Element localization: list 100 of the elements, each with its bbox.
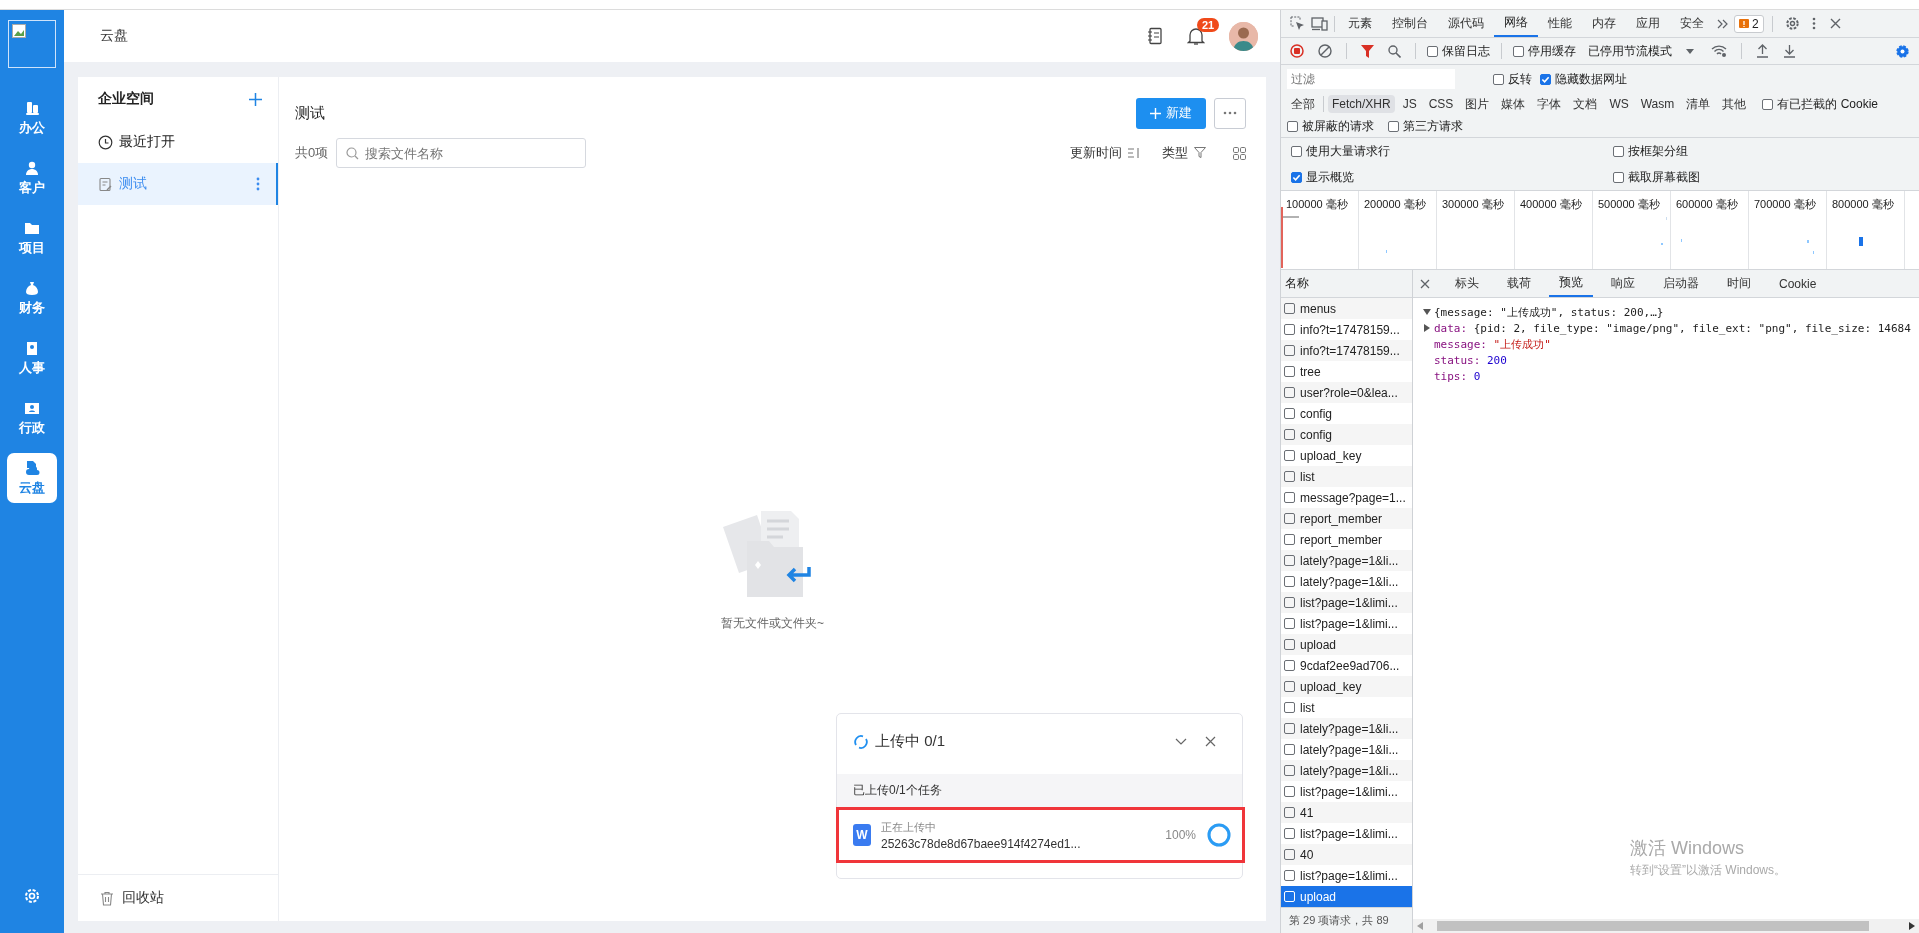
- checkbox[interactable]: [1284, 513, 1295, 524]
- request-row[interactable]: config: [1281, 403, 1412, 424]
- checkbox[interactable]: [1284, 723, 1295, 734]
- request-row[interactable]: 40: [1281, 844, 1412, 865]
- sidebar-item[interactable]: 最近打开: [78, 121, 278, 163]
- nav-item[interactable]: 人事: [7, 333, 57, 383]
- scrollbar-thumb[interactable]: [1437, 921, 1869, 931]
- checkbox[interactable]: [1284, 492, 1295, 503]
- checkbox[interactable]: [1613, 146, 1624, 157]
- devtools-tab[interactable]: 安全: [1670, 10, 1714, 37]
- request-row[interactable]: upload: [1281, 634, 1412, 655]
- kebab-menu-icon[interactable]: [1811, 17, 1816, 30]
- checkbox[interactable]: [1284, 408, 1295, 419]
- request-row[interactable]: config: [1281, 424, 1412, 445]
- checkbox[interactable]: [1388, 120, 1399, 132]
- request-row[interactable]: report_member: [1281, 508, 1412, 529]
- settings-icon[interactable]: [23, 887, 41, 905]
- close-icon[interactable]: [1829, 18, 1841, 29]
- throttling-dropdown[interactable]: 已停用节流模式: [1588, 42, 1694, 60]
- checkbox[interactable]: [1284, 828, 1295, 839]
- type-filter[interactable]: 清单: [1682, 93, 1715, 115]
- avatar[interactable]: [1229, 21, 1258, 51]
- nav-item[interactable]: 办公: [7, 93, 57, 143]
- filter-icon[interactable]: [1361, 44, 1374, 58]
- upload-icon[interactable]: [1756, 44, 1769, 58]
- network-conditions-icon[interactable]: [1711, 45, 1727, 57]
- sort-button[interactable]: 更新时间: [1070, 144, 1140, 162]
- nav-item[interactable]: 行政: [7, 393, 57, 443]
- checkbox[interactable]: [1284, 786, 1295, 797]
- request-row[interactable]: list: [1281, 466, 1412, 487]
- trash-icon[interactable]: [100, 890, 114, 906]
- scroll-right-icon[interactable]: [1909, 922, 1915, 930]
- request-row[interactable]: lately?page=1&li...: [1281, 760, 1412, 781]
- checkbox[interactable]: [1284, 681, 1295, 692]
- checkbox[interactable]: [1284, 765, 1295, 776]
- checkbox[interactable]: [1284, 429, 1295, 440]
- checkbox[interactable]: [1762, 98, 1774, 110]
- type-filter[interactable]: WS: [1605, 95, 1633, 113]
- notebook-icon[interactable]: [1147, 27, 1163, 45]
- request-row[interactable]: list?page=1&limi...: [1281, 781, 1412, 802]
- request-row[interactable]: info?t=17478159...: [1281, 340, 1412, 361]
- checkbox[interactable]: [1284, 870, 1295, 881]
- checkbox[interactable]: [1291, 172, 1302, 183]
- stop-recording-icon[interactable]: [1290, 44, 1304, 58]
- request-row[interactable]: tree: [1281, 361, 1412, 382]
- close-icon[interactable]: [1420, 278, 1430, 289]
- more-tabs-icon[interactable]: [1717, 18, 1729, 29]
- issues-button[interactable]: 2: [1734, 14, 1764, 33]
- checkbox[interactable]: [1284, 702, 1295, 713]
- checkbox[interactable]: [1291, 146, 1302, 157]
- checkbox[interactable]: [1284, 534, 1295, 545]
- request-row[interactable]: lately?page=1&li...: [1281, 550, 1412, 571]
- type-filter[interactable]: 其他: [1718, 93, 1751, 115]
- clear-icon[interactable]: [1318, 44, 1332, 58]
- devtools-tab[interactable]: 源代码: [1438, 10, 1494, 37]
- detail-tab[interactable]: 预览: [1549, 270, 1593, 297]
- type-filter[interactable]: 媒体: [1497, 93, 1530, 115]
- detail-tab[interactable]: Cookie: [1769, 270, 1827, 297]
- request-row[interactable]: list?page=1&limi...: [1281, 592, 1412, 613]
- detail-tab[interactable]: 启动器: [1653, 270, 1709, 297]
- nav-item[interactable]: 客户: [7, 153, 57, 203]
- request-row[interactable]: list?page=1&limi...: [1281, 865, 1412, 886]
- checkbox[interactable]: [1284, 744, 1295, 755]
- detail-tab[interactable]: 标头: [1445, 270, 1489, 297]
- request-row[interactable]: list?page=1&limi...: [1281, 613, 1412, 634]
- settings-icon[interactable]: [1895, 43, 1910, 59]
- request-row[interactable]: list?page=1&limi...: [1281, 823, 1412, 844]
- nav-item[interactable]: 财务: [7, 273, 57, 323]
- type-filter[interactable]: 文档: [1569, 93, 1602, 115]
- checkbox[interactable]: [1284, 849, 1295, 860]
- checkbox[interactable]: [1284, 324, 1295, 335]
- checkbox[interactable]: [1284, 597, 1295, 608]
- type-filter[interactable]: 图片: [1461, 93, 1494, 115]
- checkbox[interactable]: [1284, 618, 1295, 629]
- checkbox[interactable]: [1493, 73, 1504, 85]
- detail-tab[interactable]: 载荷: [1497, 270, 1541, 297]
- request-row[interactable]: lately?page=1&li...: [1281, 739, 1412, 760]
- add-icon[interactable]: [249, 92, 262, 106]
- download-icon[interactable]: [1783, 44, 1796, 58]
- type-filter[interactable]: CSS: [1424, 95, 1458, 113]
- request-row[interactable]: report_member: [1281, 529, 1412, 550]
- type-filter[interactable]: 全部: [1287, 93, 1319, 115]
- settings-icon[interactable]: [1784, 16, 1800, 31]
- detail-tab[interactable]: 响应: [1601, 270, 1645, 297]
- checkbox[interactable]: [1284, 345, 1295, 356]
- checkbox[interactable]: [1284, 366, 1295, 377]
- devtools-tab[interactable]: 元素: [1338, 10, 1382, 37]
- checkbox[interactable]: [1284, 471, 1295, 482]
- nav-item[interactable]: 项目: [7, 213, 57, 263]
- checkbox[interactable]: [1284, 450, 1295, 461]
- request-row[interactable]: 41: [1281, 802, 1412, 823]
- inspect-icon[interactable]: [1290, 16, 1305, 31]
- request-row[interactable]: upload: [1281, 886, 1412, 907]
- request-row[interactable]: menus: [1281, 298, 1412, 319]
- checkbox[interactable]: [1513, 45, 1524, 57]
- device-icon[interactable]: [1311, 16, 1328, 31]
- checkbox[interactable]: [1284, 555, 1295, 566]
- request-row[interactable]: upload_key: [1281, 445, 1412, 466]
- request-row[interactable]: list: [1281, 697, 1412, 718]
- request-row[interactable]: lately?page=1&li...: [1281, 718, 1412, 739]
